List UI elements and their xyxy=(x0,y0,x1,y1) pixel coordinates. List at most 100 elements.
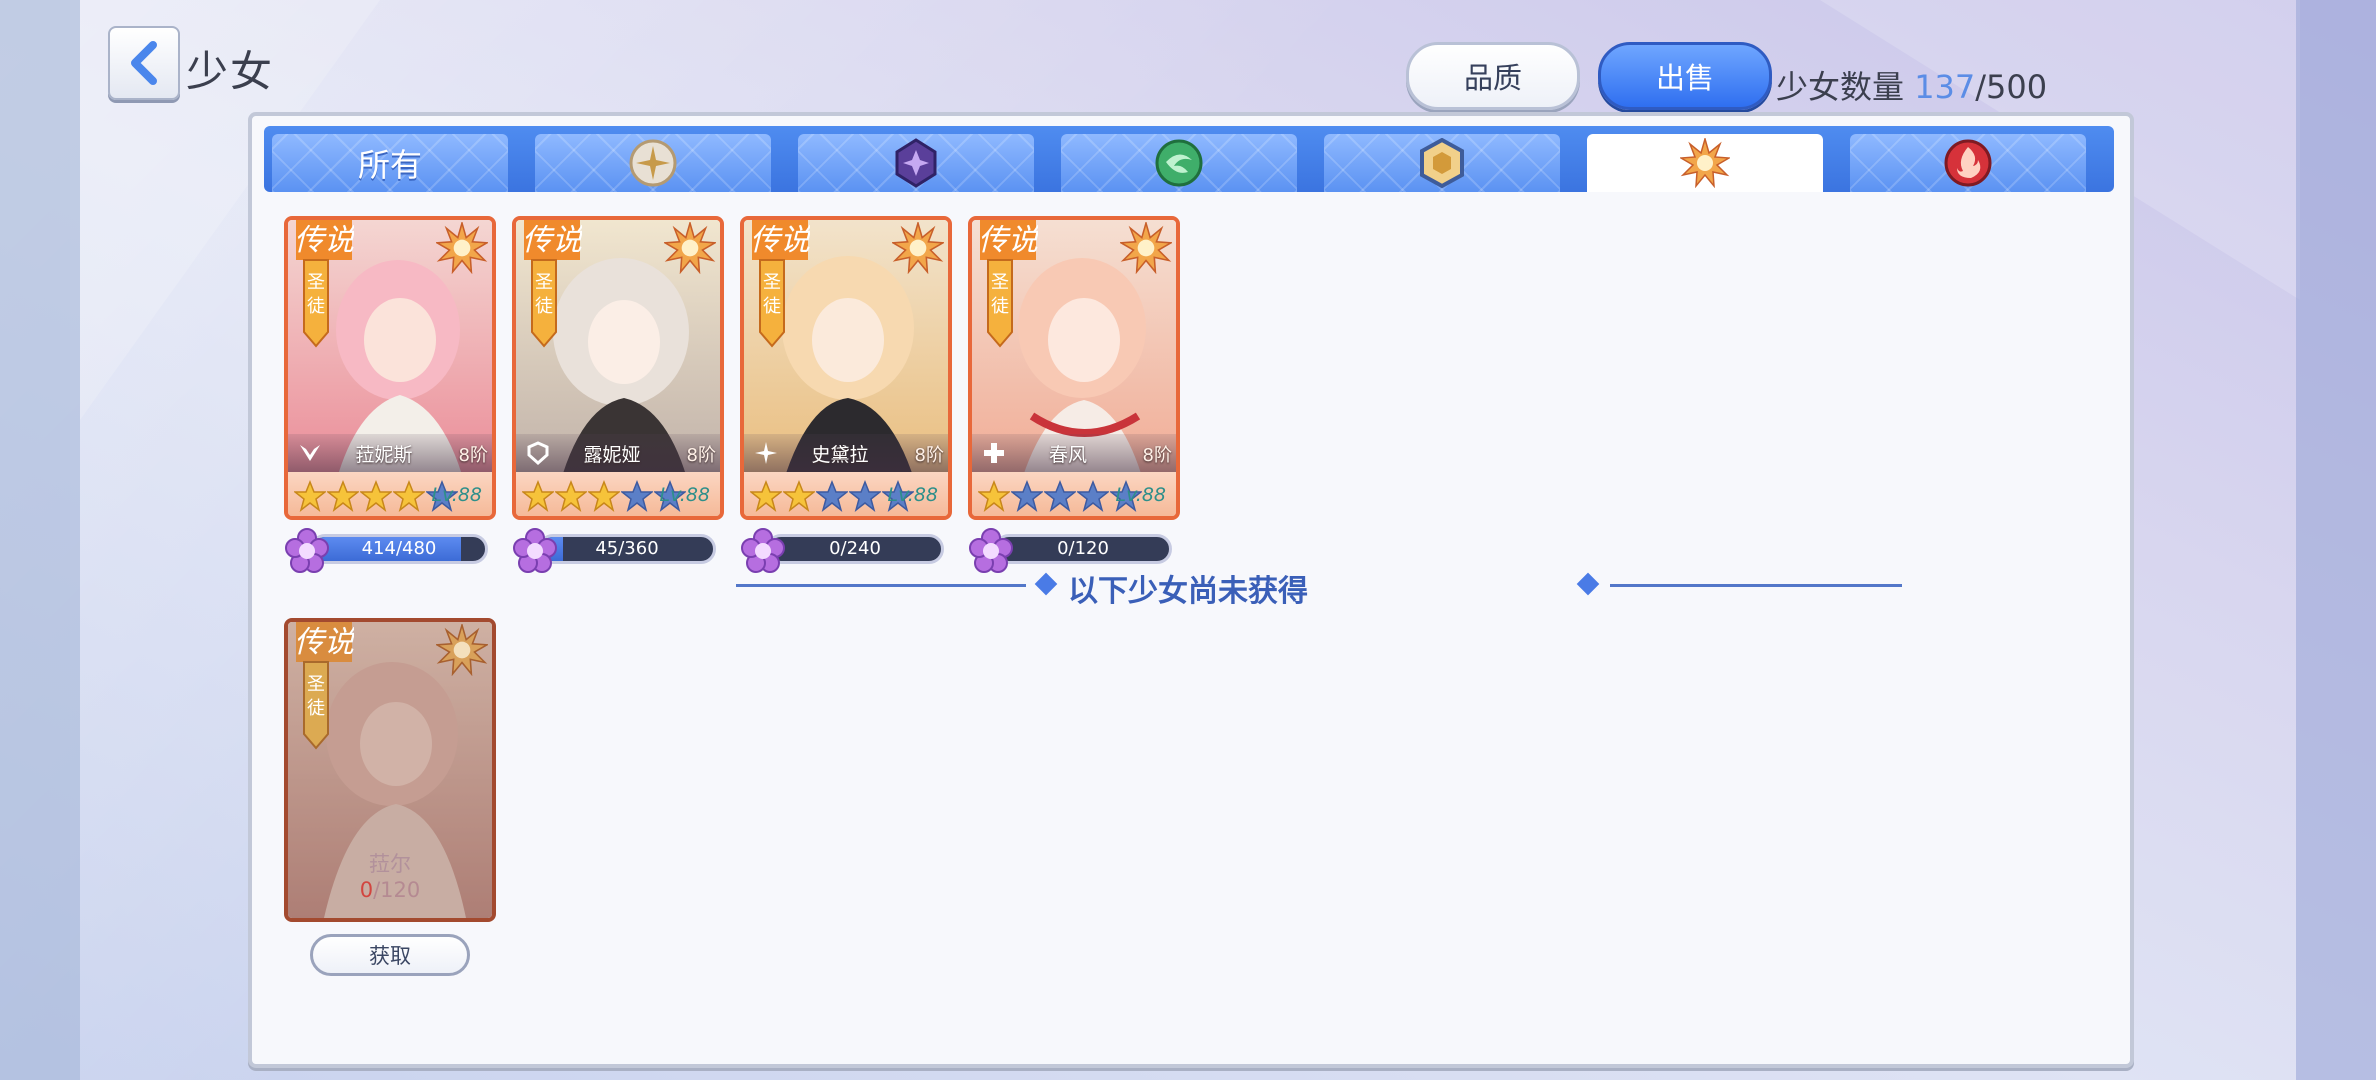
shard-bar: 45/360 xyxy=(538,534,716,564)
star-empty-icon xyxy=(1044,480,1076,512)
star-filled-icon xyxy=(393,480,425,512)
shard-progress: 45/360 xyxy=(512,528,724,573)
cross-icon xyxy=(984,443,1004,463)
page-title: 少女 xyxy=(186,47,275,96)
girl-tier: 8阶 xyxy=(458,445,488,466)
element-tab-bar: 所有 xyxy=(264,126,2114,192)
rarity-text: 传说 xyxy=(294,625,354,660)
girl-tier: 8阶 xyxy=(686,445,716,466)
name-band: 春风 8阶 xyxy=(972,434,1176,472)
girl-name: 春风 xyxy=(1048,444,1087,466)
shard-progress: 0/120 xyxy=(968,528,1180,573)
girl-level: Lv.88 xyxy=(1115,484,1167,506)
roster-panel: 所有 传说 圣 徒 菈妮斯 8阶 Lv.88 414/480 传说 圣 徒 露妮… xyxy=(248,112,2134,1068)
girl-level: Lv.88 xyxy=(887,484,939,506)
star-filled-icon xyxy=(522,480,554,512)
faction-text-1: 圣 xyxy=(307,272,325,293)
tab-wind[interactable] xyxy=(1061,134,1297,192)
girl-tier: 8阶 xyxy=(1142,445,1172,466)
girl-name: 菈妮斯 xyxy=(355,444,413,466)
star-band: Lv.88 xyxy=(972,472,1176,516)
girl-level: Lv.88 xyxy=(659,484,711,506)
shard-bar: 0/240 xyxy=(766,534,944,564)
divider-diamond-icon xyxy=(1034,572,1058,596)
star-empty-icon xyxy=(1011,480,1043,512)
legendary-rarity-badge: 传说 圣 徒 xyxy=(294,220,354,348)
not-obtained-label: 以下少女尚未获得 xyxy=(1068,574,1308,609)
divider-line xyxy=(1610,584,1902,587)
not-obtained-divider: 以下少女尚未获得 xyxy=(736,570,1902,609)
tab-sun[interactable] xyxy=(1587,134,1823,192)
shard-progress: 0/240 xyxy=(740,528,952,573)
star-empty-icon xyxy=(849,480,881,512)
girl-card[interactable]: 传说 圣 徒 史黛拉 8阶 Lv.88 xyxy=(740,216,952,520)
shard-count: 0/120 xyxy=(1057,538,1109,559)
wing-icon xyxy=(300,445,320,461)
legendary-rarity-badge: 传说 圣 徒 xyxy=(978,220,1038,348)
shard-flower-icon xyxy=(285,528,329,573)
back-button[interactable] xyxy=(108,26,180,100)
sun-element-icon xyxy=(436,222,488,274)
girl-level: Lv.88 xyxy=(431,484,483,506)
light-element-icon xyxy=(629,139,677,187)
girl-card[interactable]: 传说 圣 徒 春风 8阶 Lv.88 xyxy=(968,216,1180,520)
sun-element-icon xyxy=(892,222,944,274)
faction-text-1: 圣 xyxy=(535,272,553,293)
wind-element-icon xyxy=(1155,139,1203,187)
star-filled-icon xyxy=(783,480,815,512)
star-filled-icon xyxy=(360,480,392,512)
right-side-band xyxy=(2296,0,2376,1080)
sun-element-icon xyxy=(1120,222,1172,274)
legendary-rarity-badge: 传说 圣 徒 xyxy=(750,220,810,348)
obtain-button[interactable]: 获取 xyxy=(310,934,470,976)
star-empty-icon xyxy=(816,480,848,512)
chevron-left-icon xyxy=(131,41,157,85)
tab-earth[interactable] xyxy=(1324,134,1560,192)
sun-element-icon xyxy=(1680,138,1730,188)
earth-element-icon xyxy=(1420,138,1464,188)
roster-content: 传说 圣 徒 菈妮斯 8阶 Lv.88 414/480 传说 圣 徒 露妮娅 8… xyxy=(252,196,2130,1056)
star-band: Lv.88 xyxy=(744,472,948,516)
shard-flower-icon xyxy=(741,528,785,573)
dark-element-icon xyxy=(895,138,937,188)
girl-card[interactable]: 传说 圣 徒 菈妮斯 8阶 Lv.88 xyxy=(284,216,496,520)
girl-count: 少女数量 137/500 xyxy=(1776,62,2047,108)
faction-text-1: 圣 xyxy=(991,272,1009,293)
locked-girl-name: 菈尔 xyxy=(369,852,411,876)
star-empty-icon xyxy=(621,480,653,512)
locked-shard-have: 0 xyxy=(359,878,374,902)
star-filled-icon xyxy=(294,480,326,512)
left-side-band xyxy=(0,0,80,1080)
shard-count: 0/240 xyxy=(829,538,881,559)
quality-sort-button[interactable]: 品质 xyxy=(1406,42,1580,110)
locked-shard-progress: 0/120 xyxy=(288,878,492,902)
sell-button[interactable]: 出售 xyxy=(1598,42,1772,110)
tab-all-label: 所有 xyxy=(357,146,422,184)
shard-flower-icon xyxy=(513,528,557,573)
shard-bar: 414/480 xyxy=(310,534,488,564)
star-empty-icon xyxy=(1077,480,1109,512)
girl-count-current: 137 xyxy=(1914,68,1976,106)
tab-all[interactable]: 所有 xyxy=(272,134,508,192)
tab-fire[interactable] xyxy=(1850,134,2086,192)
sun-element-icon xyxy=(436,624,488,676)
girl-card[interactable]: 传说 圣 徒 露妮娅 8阶 Lv.88 xyxy=(512,216,724,520)
tab-light[interactable] xyxy=(535,134,771,192)
girl-name: 史黛拉 xyxy=(811,444,869,466)
star-filled-icon xyxy=(978,480,1010,512)
girl-count-max: /500 xyxy=(1975,68,2048,106)
shard-bar: 0/120 xyxy=(994,534,1172,564)
legendary-rarity-badge: 传说 圣 徒 xyxy=(522,220,582,348)
tab-dark[interactable] xyxy=(798,134,1034,192)
star-filled-icon xyxy=(750,480,782,512)
locked-girl-card[interactable]: 传说 圣 徒 菈尔 0/120 xyxy=(284,618,496,922)
faction-text-1: 圣 xyxy=(307,674,325,695)
shard-count: 45/360 xyxy=(595,538,659,559)
faction-text-2: 徒 xyxy=(991,296,1009,317)
star-band: Lv.88 xyxy=(516,472,720,516)
name-band: 露妮娅 8阶 xyxy=(516,434,720,472)
girl-count-label: 少女数量 xyxy=(1776,68,1905,106)
faction-text-2: 徒 xyxy=(307,698,325,719)
shield-icon xyxy=(527,441,549,465)
rarity-text: 传说 xyxy=(750,223,810,258)
